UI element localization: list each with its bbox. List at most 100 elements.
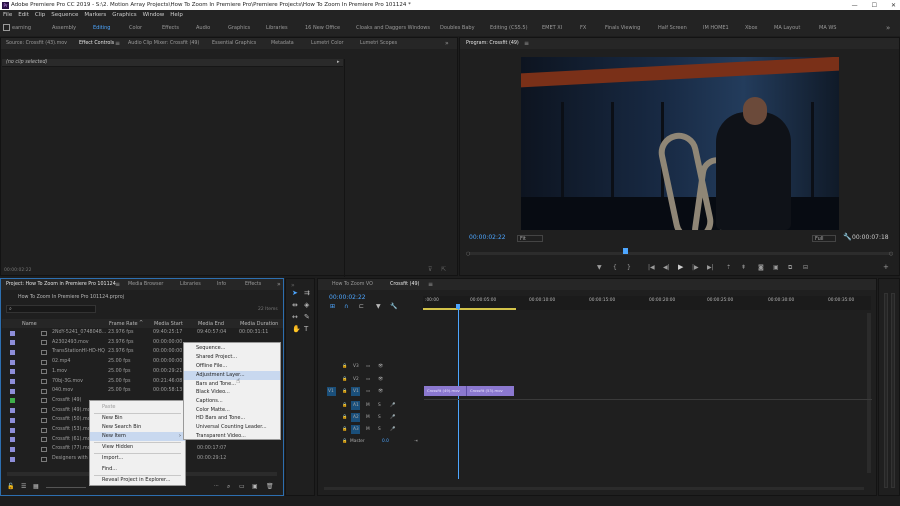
submenu-item-universal-counting-leader[interactable]: Universal Counting Leader... [184, 423, 280, 432]
close-button[interactable]: ✕ [891, 2, 896, 9]
workspaces-overflow-icon[interactable]: » [886, 24, 890, 32]
list-view-icon[interactable]: ☰ [21, 483, 26, 490]
workspace-tab[interactable]: Cloaks and Daggers Windows [356, 25, 430, 31]
time-ruler[interactable]: :00:00 00:00:05:00 00:00:10:00 00:00:15:… [423, 296, 871, 310]
workspace-tab[interactable]: Half Screen [658, 25, 687, 31]
mic-icon[interactable]: 🎤 [390, 415, 395, 420]
menu-clip[interactable]: Clip [35, 12, 45, 18]
add-marker-icon[interactable]: ▼ [376, 303, 381, 310]
workspace-tab[interactable]: Effects [162, 25, 179, 31]
comparison-view-icon[interactable]: ▣ [773, 264, 779, 271]
eye-icon[interactable]: 👁 [378, 364, 383, 369]
program-scrub-bar[interactable] [469, 252, 892, 255]
solo-icon[interactable]: S [378, 403, 381, 408]
clear-icon[interactable]: 🗑 [266, 483, 274, 490]
timeline-timecode[interactable]: 00:00:02:22 [329, 294, 366, 301]
thumbnail-size-slider[interactable] [46, 487, 86, 488]
workspace-tab[interactable]: Doubles Baby [440, 25, 475, 31]
tab-program[interactable]: Program: Crossfit (49) [466, 41, 519, 46]
tab-effect-controls[interactable]: Effect Controls [79, 41, 114, 46]
workspace-tab[interactable]: Editing (CS5.5) [490, 25, 528, 31]
button-editor-icon[interactable]: + [883, 263, 889, 271]
mic-icon[interactable]: 🎤 [390, 403, 395, 408]
workspace-tab[interactable]: Graphics [228, 25, 250, 31]
mute-icon[interactable]: M [366, 403, 370, 408]
workspace-tab[interactable]: Assembly [52, 25, 76, 31]
eye-icon[interactable]: 👁 [378, 389, 383, 394]
tab-audio-clip-mixer[interactable]: Audio Clip Mixer: Crossfit (49) [128, 41, 199, 46]
submenu-item-adjustment-layer[interactable]: Adjustment Layer... [184, 371, 280, 380]
go-to-in-icon[interactable]: |◀ [648, 264, 655, 271]
filter-icon[interactable]: ⊽ [428, 266, 432, 273]
new-item-icon[interactable]: ▣ [252, 483, 258, 490]
column-media-end[interactable]: Media End [198, 321, 224, 327]
automate-to-sequence-icon[interactable]: ⋯ [214, 483, 219, 489]
go-to-out-icon[interactable]: ▶| [707, 264, 714, 271]
linked-selection-icon[interactable]: ⊏ [359, 303, 364, 310]
workspace-tab[interactable]: Audio [196, 25, 210, 31]
ripple-edit-tool-icon[interactable]: ⇹ [292, 301, 298, 309]
lock-icon[interactable]: 🔒 [342, 389, 347, 394]
panel-menu-icon[interactable]: ≡ [524, 40, 529, 47]
lock-icon[interactable]: 🔒 [342, 364, 347, 369]
step-forward-icon[interactable]: |▶ [692, 264, 699, 271]
timeline-settings-icon[interactable]: 🔧 [390, 303, 397, 310]
resolution-select[interactable]: Full [812, 235, 836, 242]
snap-icon[interactable]: ∩ [344, 303, 348, 310]
menu-item-reveal-in-explorer[interactable]: Reveal Project in Explorer... [90, 476, 185, 485]
panel-overflow-icon[interactable]: » [277, 281, 281, 288]
menu-item-view-hidden[interactable]: View Hidden [90, 443, 185, 452]
lock-icon[interactable]: 🔒 [342, 427, 347, 432]
camera-icon[interactable]: ◙ [758, 264, 764, 271]
track-select-tool-icon[interactable]: ⇉ [304, 289, 310, 297]
hand-tool-icon[interactable]: ✋ [292, 325, 301, 333]
vr-video-icon[interactable]: ⧉ [788, 264, 792, 272]
submenu-item-black-video[interactable]: Black Video... [184, 388, 280, 397]
lock-icon[interactable]: 🔒 [342, 415, 347, 420]
solo-icon[interactable]: S [378, 415, 381, 420]
project-list-item[interactable]: 2NdY-5241_0748048... 23.976 fps 09:40:25:1… [7, 329, 282, 338]
sync-lock-icon[interactable]: ▭ [366, 389, 370, 394]
pen-tool-icon[interactable]: ✎ [304, 313, 310, 321]
timeline-clip[interactable]: Crossfit (49).mov [424, 386, 467, 396]
menu-edit[interactable]: Edit [18, 12, 29, 18]
sort-up-icon[interactable]: ^ [139, 320, 143, 326]
menu-item-new-bin[interactable]: New Bin [90, 414, 185, 423]
write-protect-icon[interactable]: 🔓 [7, 483, 14, 490]
mark-in-icon[interactable]: { [613, 264, 617, 271]
zoom-out-icon[interactable]: ○ [466, 251, 470, 257]
menu-file[interactable]: File [3, 12, 12, 18]
menu-markers[interactable]: Markers [84, 12, 106, 18]
tab-libraries[interactable]: Libraries [180, 282, 201, 287]
submenu-item-hd-bars-and-tone[interactable]: HD Bars and Tone... [184, 414, 280, 423]
menu-item-find[interactable]: Find... [90, 465, 185, 474]
panel-menu-icon[interactable]: ≡ [115, 40, 120, 47]
tab-project[interactable]: Project: How To Zoom in Premiere Pro 101… [6, 282, 116, 287]
tab-source[interactable]: Source: Crossfit (43).mov [6, 41, 67, 46]
workspace-tab[interactable]: IM HOME1 [703, 25, 729, 31]
workspace-tab[interactable]: 16 New Office [305, 25, 340, 31]
razor-tool-icon[interactable]: ◈ [304, 301, 309, 309]
panel-menu-icon[interactable]: ≡ [115, 281, 120, 288]
workspace-tab[interactable]: EMET XI [542, 25, 562, 31]
play-icon[interactable]: ▶ [678, 263, 683, 271]
extract-icon[interactable]: ⇞ [741, 264, 746, 271]
menu-item-new-item[interactable]: New Item › [90, 432, 185, 441]
tab-media-browser[interactable]: Media Browser [128, 282, 163, 287]
tab-sequence-vo[interactable]: How To Zoom VO [332, 282, 373, 287]
type-tool-icon[interactable]: T [304, 325, 308, 333]
lock-icon[interactable]: 🔒 [342, 403, 347, 408]
tools-overflow-icon[interactable]: » [291, 282, 295, 289]
mute-icon[interactable]: M [366, 427, 370, 432]
menu-sequence[interactable]: Sequence [51, 12, 78, 18]
slip-tool-icon[interactable]: ↔ [292, 313, 298, 321]
zoom-in-icon[interactable]: ○ [889, 251, 893, 257]
column-frame-rate[interactable]: Frame Rate [109, 321, 138, 327]
workspace-tab[interactable]: Finals Viewing [605, 25, 640, 31]
add-marker-icon[interactable]: ▼ [597, 264, 602, 271]
workspace-tab[interactable]: Libraries [266, 25, 288, 31]
column-media-duration[interactable]: Media Duration [240, 321, 278, 327]
panel-overflow-icon[interactable]: » [445, 40, 449, 47]
submenu-item-shared-project[interactable]: Shared Project... [184, 353, 280, 362]
menu-window[interactable]: Window [143, 12, 165, 18]
